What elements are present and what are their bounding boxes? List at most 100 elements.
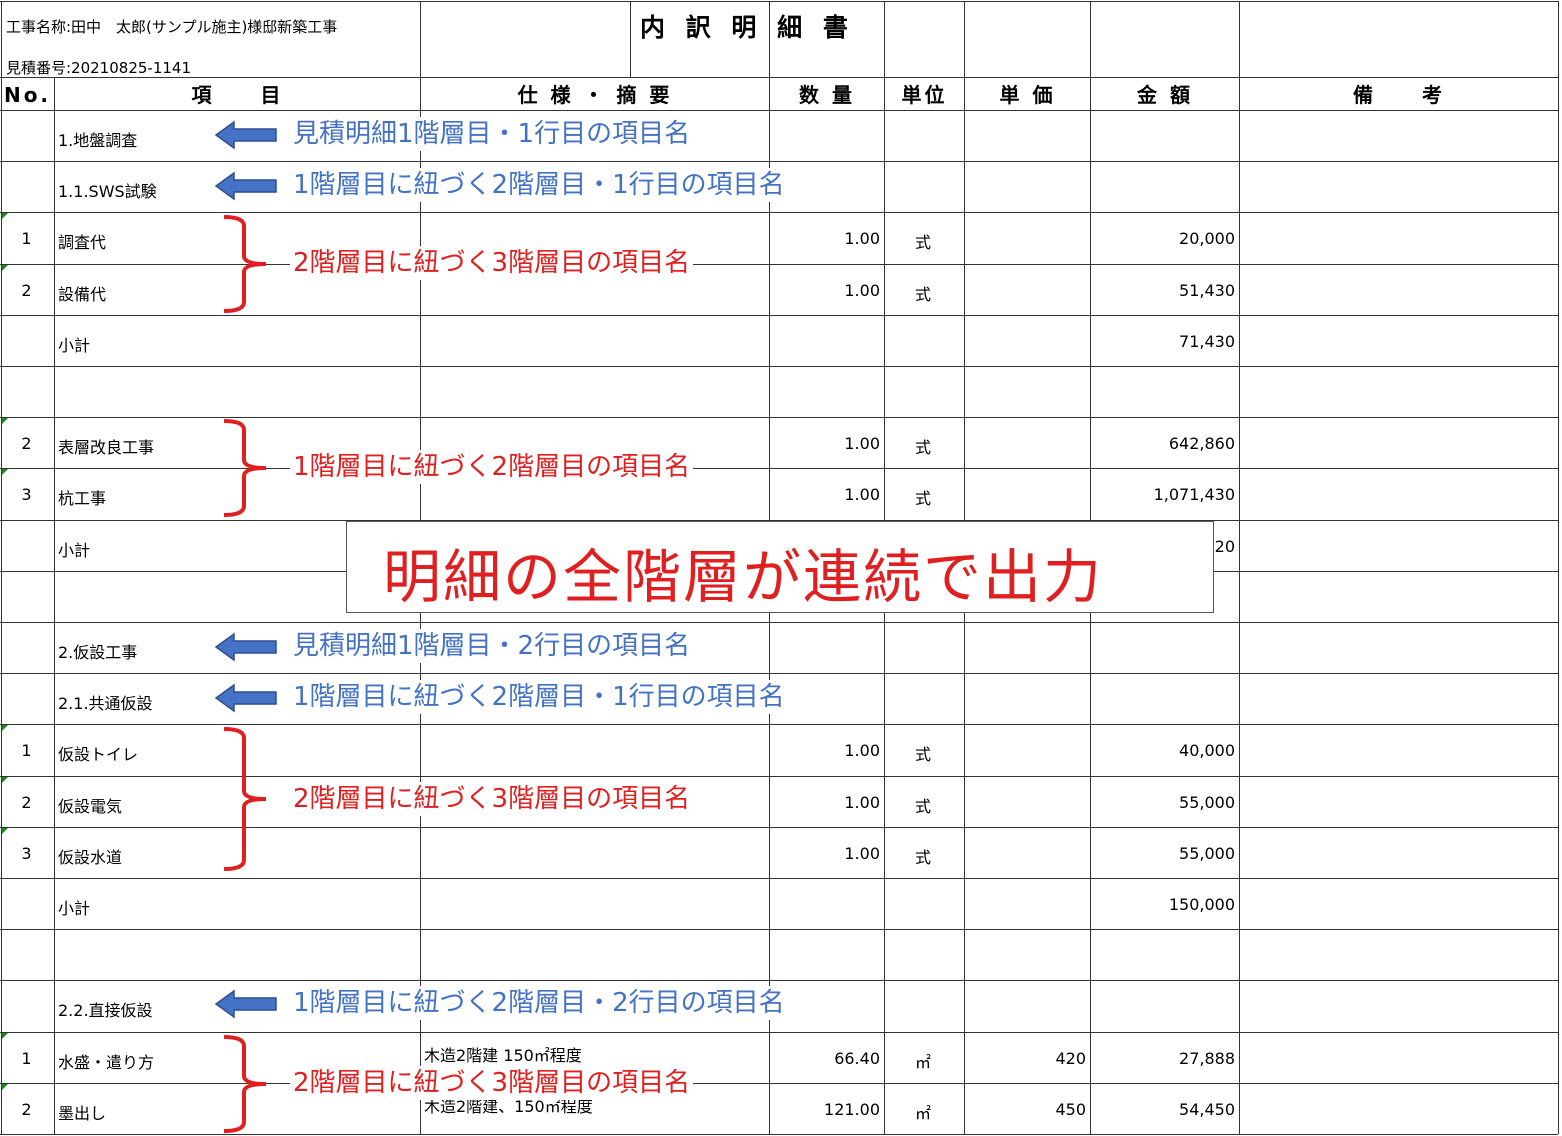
- cell-note[interactable]: [1241, 1049, 1554, 1071]
- cell-note[interactable]: [1241, 178, 1554, 200]
- cell-note[interactable]: [1241, 946, 1554, 968]
- cell-no[interactable]: 2: [3, 281, 50, 303]
- cell-price[interactable]: [966, 741, 1086, 763]
- cell-unit[interactable]: 式: [886, 741, 960, 763]
- cell-note[interactable]: [1241, 537, 1554, 559]
- cell-amount[interactable]: 54,450: [1092, 1100, 1235, 1122]
- cell-amount[interactable]: [1092, 127, 1235, 149]
- cell-no[interactable]: [3, 639, 50, 661]
- cell-price[interactable]: [966, 895, 1086, 917]
- cell-no[interactable]: 2: [3, 1100, 50, 1122]
- cell-note[interactable]: [1241, 434, 1554, 456]
- cell-qty[interactable]: 121.00: [771, 1100, 880, 1122]
- cell-unit[interactable]: [886, 690, 960, 712]
- cell-note[interactable]: [1241, 383, 1554, 405]
- cell-amount[interactable]: 20,000: [1092, 229, 1235, 251]
- cell-item[interactable]: 小計: [58, 332, 416, 354]
- cell-amount[interactable]: [1092, 997, 1235, 1019]
- cell-no[interactable]: [3, 588, 50, 610]
- cell-amount[interactable]: 642,860: [1092, 434, 1235, 456]
- cell-no[interactable]: 3: [3, 844, 50, 866]
- cell-no[interactable]: [3, 332, 50, 354]
- cell-amount[interactable]: 40,000: [1092, 741, 1235, 763]
- cell-note[interactable]: [1241, 485, 1554, 507]
- cell-spec[interactable]: [424, 888, 765, 910]
- cell-unit[interactable]: [886, 895, 960, 917]
- cell-no[interactable]: 1: [3, 741, 50, 763]
- cell-qty[interactable]: [771, 639, 880, 661]
- cell-no[interactable]: [3, 178, 50, 200]
- cell-qty[interactable]: [771, 946, 880, 968]
- cell-unit[interactable]: [886, 639, 960, 661]
- cell-note[interactable]: [1241, 588, 1554, 610]
- cell-spec[interactable]: [424, 837, 765, 859]
- cell-price[interactable]: [966, 946, 1086, 968]
- cell-note[interactable]: [1241, 690, 1554, 712]
- cell-qty[interactable]: 1.00: [771, 281, 880, 303]
- cell-amount[interactable]: 55,000: [1092, 844, 1235, 866]
- cell-unit[interactable]: [886, 383, 960, 405]
- cell-unit[interactable]: 式: [886, 844, 960, 866]
- cell-no[interactable]: 1: [3, 1049, 50, 1071]
- cell-unit[interactable]: [886, 946, 960, 968]
- cell-qty[interactable]: 1.00: [771, 229, 880, 251]
- cell-spec[interactable]: [424, 734, 765, 756]
- cell-spec[interactable]: [424, 939, 765, 961]
- cell-no[interactable]: [3, 997, 50, 1019]
- cell-qty[interactable]: [771, 895, 880, 917]
- cell-qty[interactable]: [771, 127, 880, 149]
- cell-spec[interactable]: [424, 376, 765, 398]
- cell-spec[interactable]: [424, 222, 765, 244]
- cell-note[interactable]: [1241, 1100, 1554, 1122]
- cell-no[interactable]: [3, 690, 50, 712]
- cell-no[interactable]: 3: [3, 485, 50, 507]
- cell-no[interactable]: 1: [3, 229, 50, 251]
- cell-note[interactable]: [1241, 281, 1554, 303]
- cell-amount[interactable]: 71,430: [1092, 332, 1235, 354]
- cell-price[interactable]: [966, 229, 1086, 251]
- cell-unit[interactable]: [886, 178, 960, 200]
- cell-price[interactable]: [966, 793, 1086, 815]
- cell-unit[interactable]: 式: [886, 793, 960, 815]
- cell-price[interactable]: [966, 997, 1086, 1019]
- cell-unit[interactable]: 式: [886, 229, 960, 251]
- cell-amount[interactable]: 1,071,430: [1092, 485, 1235, 507]
- cell-unit[interactable]: [886, 127, 960, 149]
- cell-unit[interactable]: 式: [886, 485, 960, 507]
- cell-amount[interactable]: 27,888: [1092, 1049, 1235, 1071]
- cell-unit[interactable]: ㎡: [886, 1049, 960, 1071]
- cell-qty[interactable]: 1.00: [771, 793, 880, 815]
- cell-no[interactable]: [3, 537, 50, 559]
- cell-no[interactable]: [3, 127, 50, 149]
- cell-unit[interactable]: 式: [886, 434, 960, 456]
- cell-price[interactable]: [966, 844, 1086, 866]
- cell-no[interactable]: 2: [3, 793, 50, 815]
- cell-price[interactable]: [966, 127, 1086, 149]
- cell-unit[interactable]: [886, 332, 960, 354]
- cell-qty[interactable]: 1.00: [771, 741, 880, 763]
- cell-unit[interactable]: 式: [886, 281, 960, 303]
- cell-amount[interactable]: 51,430: [1092, 281, 1235, 303]
- cell-note[interactable]: [1241, 741, 1554, 763]
- cell-note[interactable]: [1241, 229, 1554, 251]
- cell-qty[interactable]: 1.00: [771, 844, 880, 866]
- cell-item[interactable]: [58, 383, 416, 405]
- cell-price[interactable]: [966, 485, 1086, 507]
- cell-qty[interactable]: 66.40: [771, 1049, 880, 1071]
- cell-spec[interactable]: 木造2階建 150㎡程度: [424, 1042, 765, 1064]
- cell-qty[interactable]: [771, 383, 880, 405]
- cell-note[interactable]: [1241, 997, 1554, 1019]
- cell-note[interactable]: [1241, 332, 1554, 354]
- cell-note[interactable]: [1241, 844, 1554, 866]
- cell-amount[interactable]: 150,000: [1092, 895, 1235, 917]
- cell-price[interactable]: [966, 178, 1086, 200]
- cell-no[interactable]: [3, 895, 50, 917]
- cell-price[interactable]: 450: [966, 1100, 1086, 1122]
- cell-note[interactable]: [1241, 639, 1554, 661]
- cell-amount[interactable]: [1092, 639, 1235, 661]
- cell-note[interactable]: [1241, 793, 1554, 815]
- cell-amount[interactable]: [1092, 383, 1235, 405]
- cell-price[interactable]: [966, 434, 1086, 456]
- cell-unit[interactable]: [886, 997, 960, 1019]
- cell-no[interactable]: 2: [3, 434, 50, 456]
